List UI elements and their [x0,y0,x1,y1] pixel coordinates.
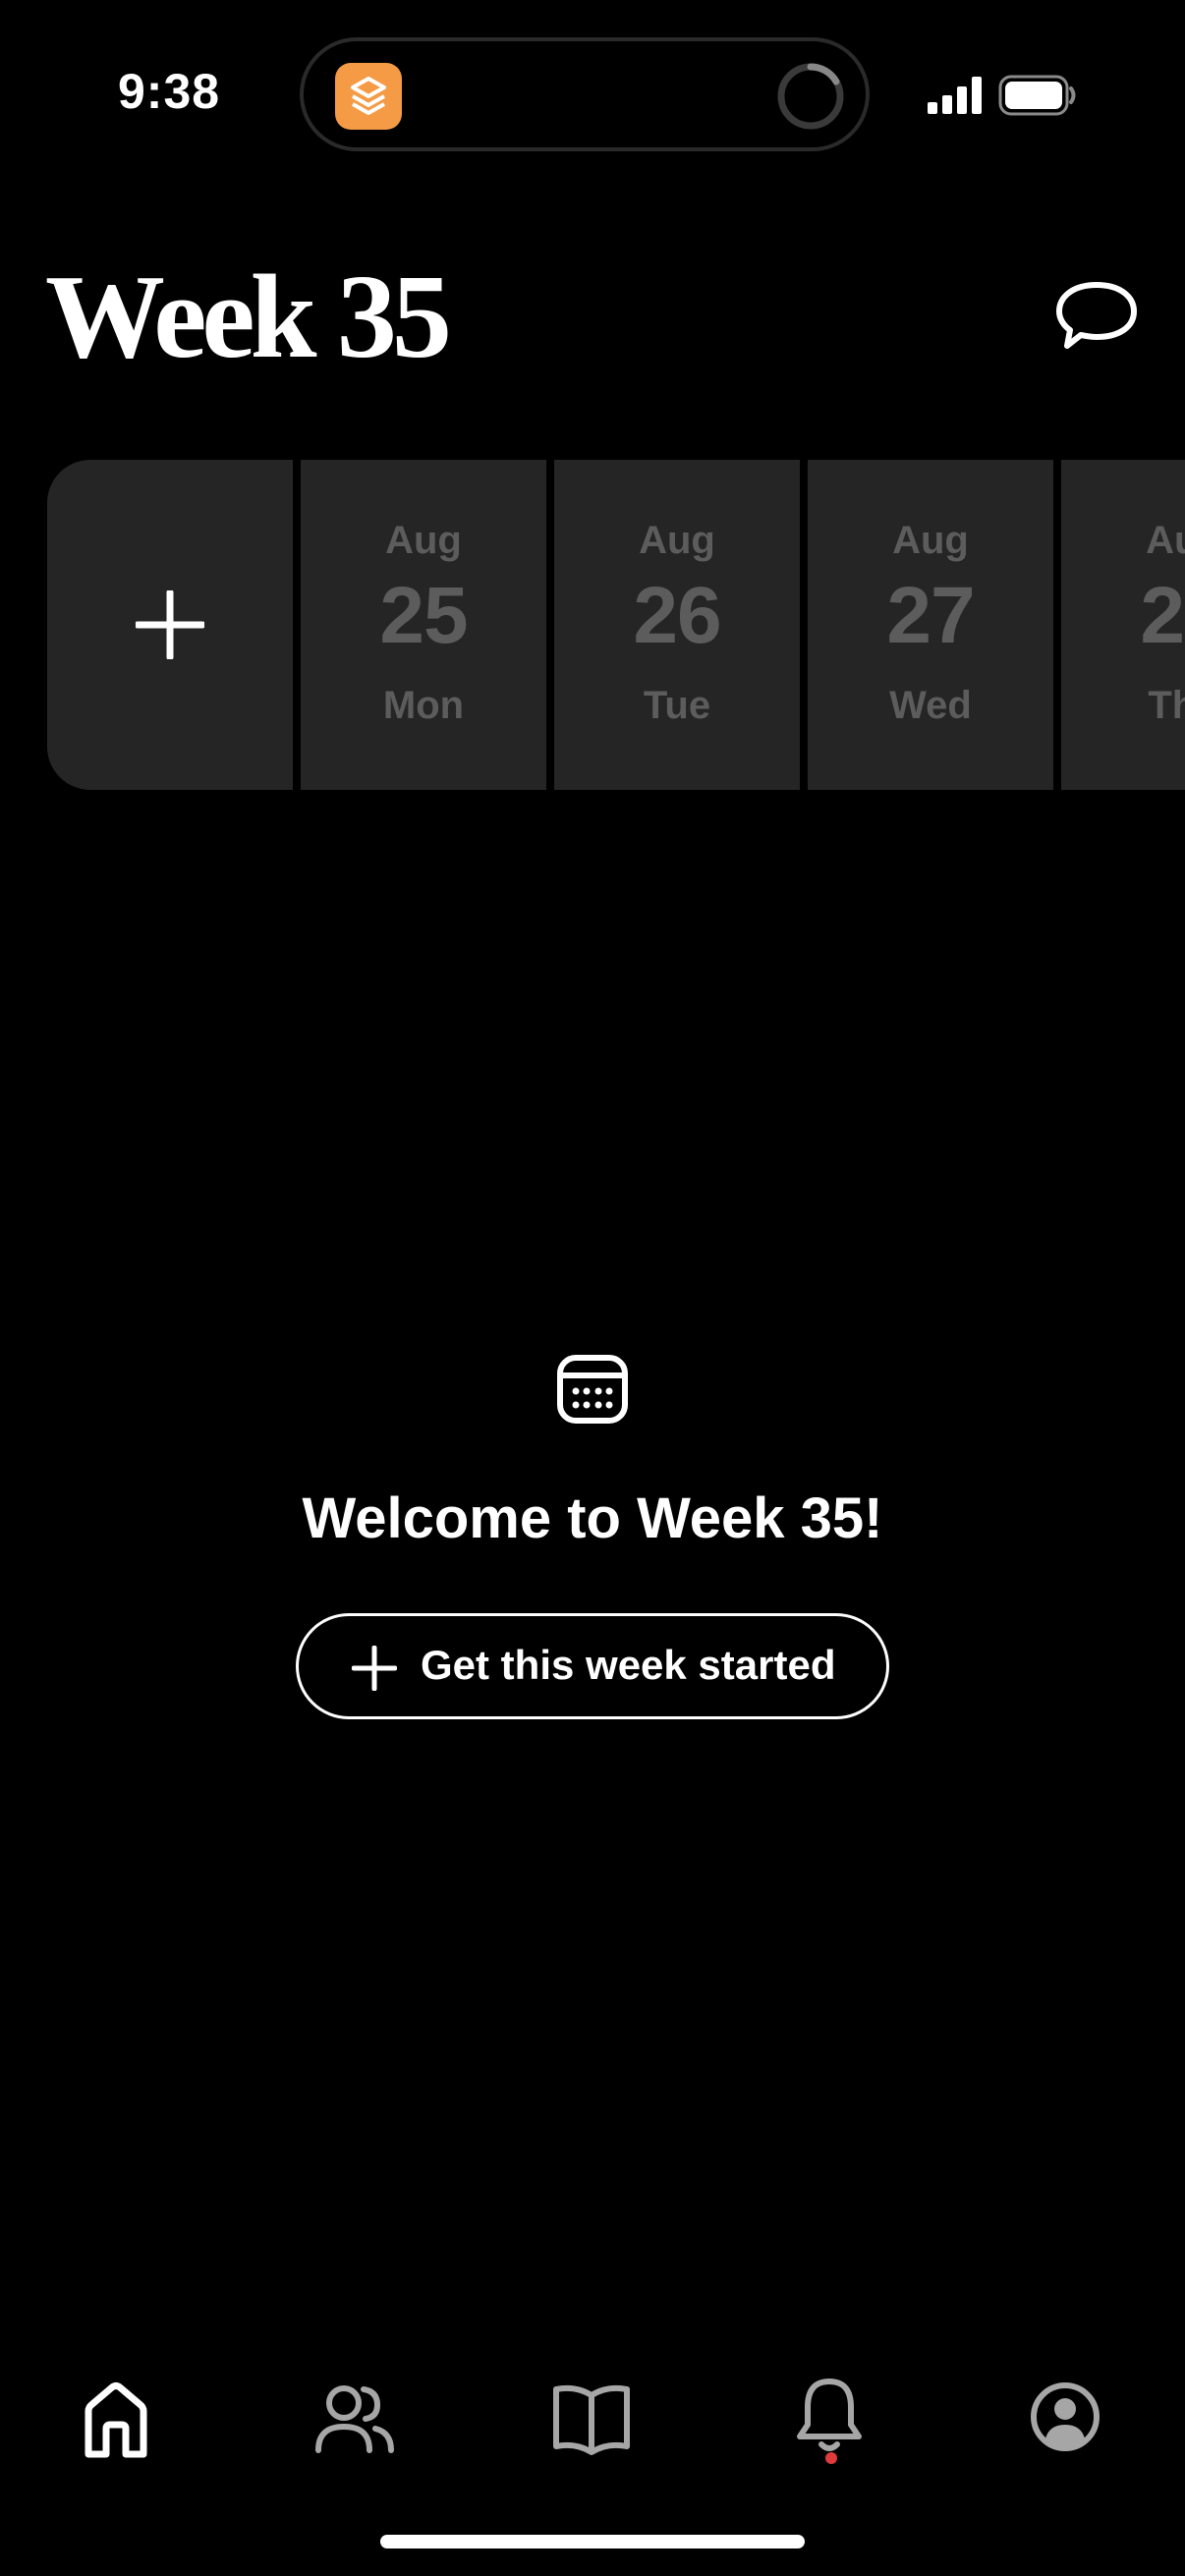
calendar-icon [557,1355,628,1424]
people-icon [315,2385,394,2453]
welcome-heading: Welcome to Week 35! [302,1486,883,1550]
status-time: 9:38 [118,64,221,119]
day-month: Aug [639,519,715,562]
profile-icon [1031,2382,1100,2451]
day-number: 26 [633,571,721,660]
notification-badge [825,2452,837,2464]
page-title: Week 35 [45,251,452,383]
tab-profile[interactable] [1016,2368,1114,2466]
tab-friends[interactable] [305,2368,403,2466]
get-week-started-label: Get this week started [421,1642,836,1688]
dynamic-island[interactable] [300,37,870,151]
day-number: 28 [1140,571,1185,660]
home-indicator [380,2535,805,2548]
battery-icon [998,75,1076,116]
day-card-thu[interactable]: Aug 28 Thu [1061,460,1185,790]
day-month: Aug [1146,519,1185,562]
add-day-button[interactable] [47,460,293,790]
tab-notifications[interactable] [780,2368,878,2466]
spinner-icon [775,61,846,132]
bell-icon [797,2379,862,2451]
book-icon [553,2384,630,2455]
day-number: 25 [379,571,468,660]
get-week-started-button[interactable]: Get this week started [296,1613,889,1719]
day-card-mon[interactable]: Aug 25 Mon [301,460,546,790]
tab-home[interactable] [67,2368,165,2466]
day-number: 27 [886,571,975,660]
plus-icon [136,590,204,659]
chat-button[interactable] [1051,277,1142,356]
day-card-tue[interactable]: Aug 26 Tue [554,460,800,790]
day-weekday: Tue [643,684,711,727]
home-icon [85,2382,147,2458]
day-card-wed[interactable]: Aug 27 Wed [808,460,1053,790]
tab-journal[interactable] [542,2368,641,2466]
day-month: Aug [385,519,462,562]
day-weekday: Thu [1148,684,1185,727]
day-weekday: Mon [382,684,465,727]
layers-icon [335,63,402,130]
chat-bubble-icon [1056,282,1137,349]
cellular-signal-icon [928,77,982,114]
day-weekday: Wed [889,684,972,727]
day-month: Aug [892,519,969,562]
day-strip[interactable]: Aug 25 Mon Aug 26 Tue Aug 27 Wed Aug 28 … [47,460,1185,790]
plus-icon [352,1646,397,1691]
